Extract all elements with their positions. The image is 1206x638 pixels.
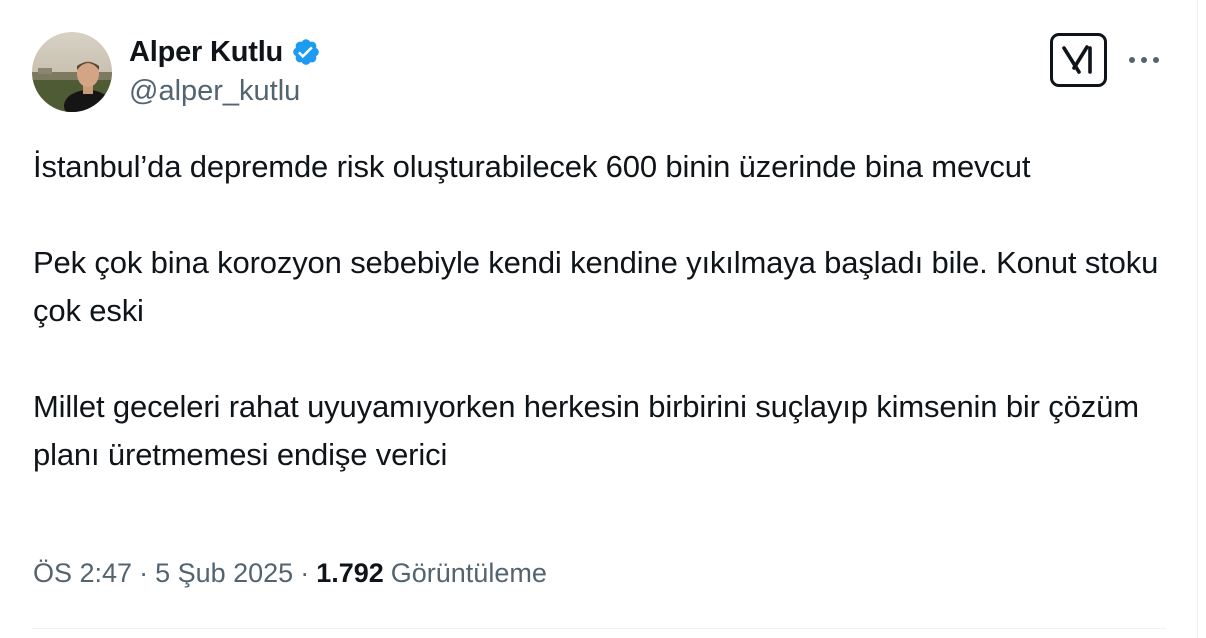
more-horizontal-icon — [1129, 57, 1159, 63]
profile-photo-icon — [32, 32, 112, 112]
tweet-text: İstanbul’da depremde risk oluşturabilece… — [33, 143, 1173, 479]
tweet-meta-row: ÖS 2:47 · 5 Şub 2025 · 1.792 Görüntüleme — [33, 558, 547, 589]
meta-separator: · — [300, 558, 310, 588]
views-count: 1.792 — [316, 558, 384, 588]
more-options-button[interactable] — [1124, 45, 1164, 75]
tweet-time[interactable]: ÖS 2:47 — [33, 558, 132, 589]
author-display-name[interactable]: Alper Kutlu — [129, 36, 283, 69]
bottom-divider — [32, 628, 1166, 629]
views-label: Görüntüleme — [390, 558, 547, 588]
author-handle[interactable]: @alper_kutlu — [129, 75, 300, 108]
right-divider — [1197, 0, 1198, 638]
grok-button[interactable] — [1050, 33, 1107, 87]
tweet-paragraph: Pek çok bina korozyon sebebiyle kendi ke… — [33, 245, 1159, 328]
grok-icon — [1061, 45, 1092, 74]
tweet-date[interactable]: 5 Şub 2025 — [155, 558, 293, 589]
meta-separator: · — [139, 558, 149, 588]
verified-badge-icon[interactable] — [291, 37, 321, 67]
author-name-row: Alper Kutlu — [129, 33, 321, 71]
tweet-paragraph: Millet geceleri rahat uyuyamıyorken herk… — [33, 389, 1139, 472]
author-avatar[interactable] — [32, 32, 112, 112]
tweet-paragraph: İstanbul’da depremde risk oluşturabilece… — [33, 149, 1031, 184]
